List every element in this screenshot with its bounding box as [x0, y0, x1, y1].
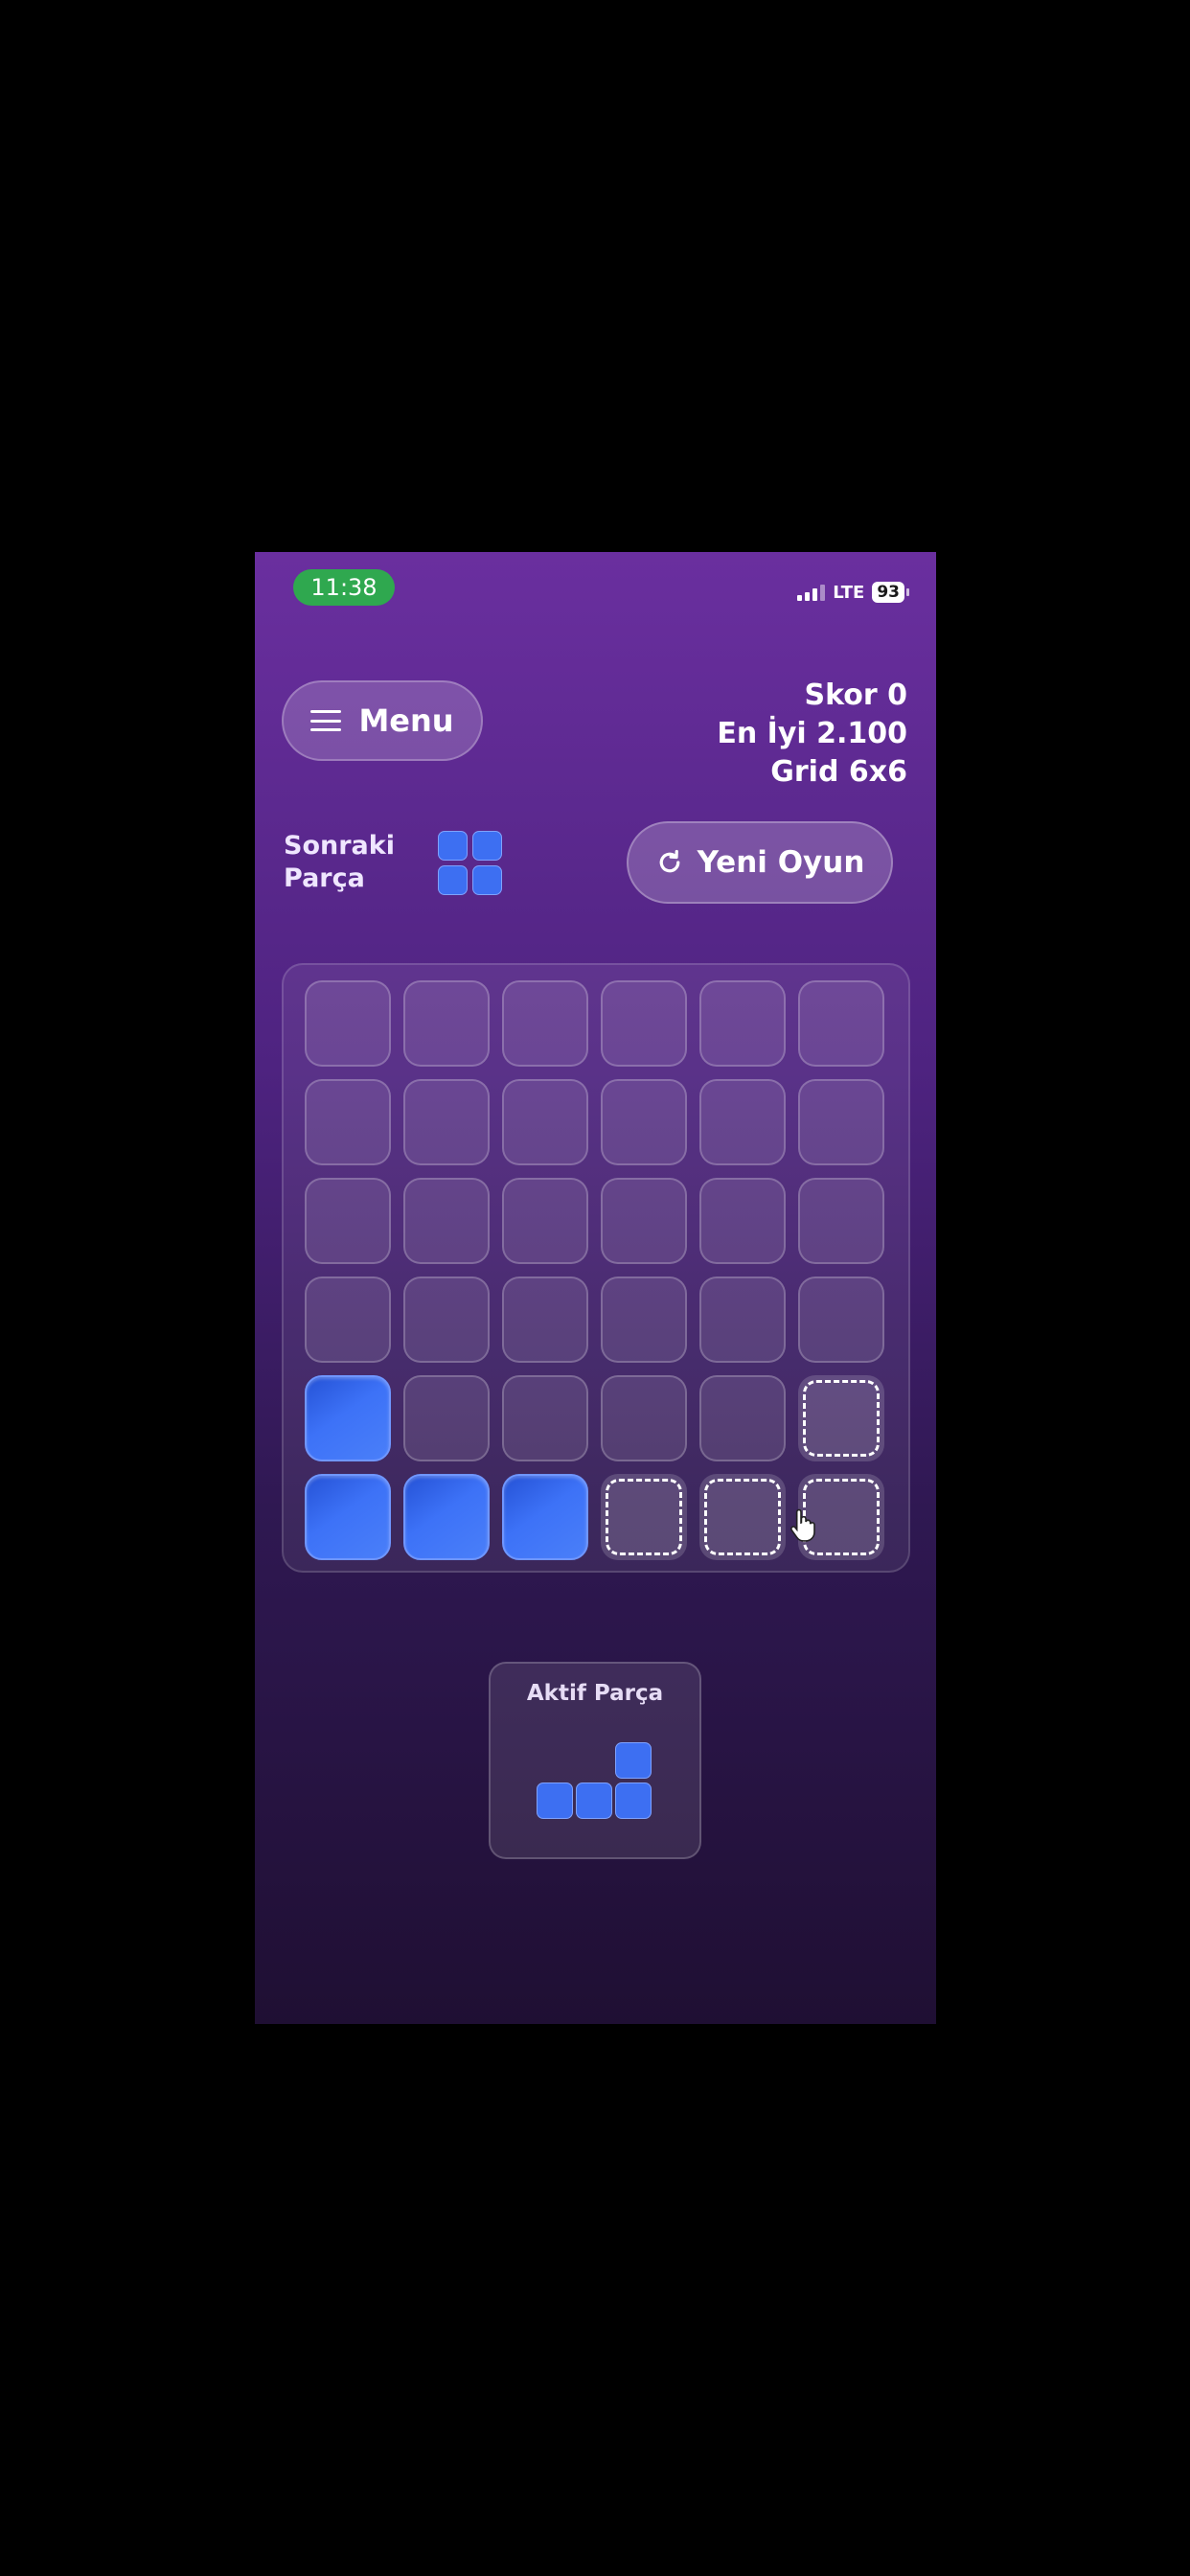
network-label: LTE: [833, 582, 865, 603]
score-text: Skor 0: [804, 678, 907, 712]
board-cell[interactable]: [601, 1178, 687, 1264]
hamburger-icon: [310, 710, 342, 731]
board-cell[interactable]: [403, 1178, 490, 1264]
next-piece-block: [438, 865, 468, 895]
board-cell[interactable]: [798, 980, 884, 1067]
board-cell[interactable]: [403, 1276, 490, 1363]
board-cell[interactable]: [502, 1375, 588, 1461]
active-piece-block: [537, 1782, 573, 1819]
board-cell[interactable]: [305, 1276, 391, 1363]
active-piece-block: [615, 1782, 652, 1819]
next-piece-block: [472, 831, 502, 861]
next-piece-label-line1: Sonraki: [284, 831, 395, 861]
board-cell[interactable]: [403, 1375, 490, 1461]
active-piece-block: [576, 1782, 612, 1819]
board-cell[interactable]: [699, 980, 786, 1067]
board-cell[interactable]: [305, 1178, 391, 1264]
board-cell-preview[interactable]: [699, 1474, 786, 1560]
board-cell[interactable]: [601, 1375, 687, 1461]
active-piece-title: Aktif Parça: [526, 1681, 664, 1706]
board-cell[interactable]: [798, 1079, 884, 1165]
next-piece-block: [472, 865, 502, 895]
board-cell[interactable]: [699, 1178, 786, 1264]
menu-button[interactable]: Menu: [282, 680, 483, 761]
next-piece-block: [438, 831, 468, 861]
board-cell-filled[interactable]: [305, 1474, 391, 1560]
board-cell-preview[interactable]: [798, 1375, 884, 1461]
new-game-button[interactable]: Yeni Oyun: [627, 821, 893, 904]
clock-time: 11:38: [310, 574, 378, 601]
board-cell[interactable]: [798, 1178, 884, 1264]
new-game-label: Yeni Oyun: [697, 845, 865, 880]
board-cell-filled[interactable]: [403, 1474, 490, 1560]
active-piece-shape[interactable]: [537, 1742, 657, 1825]
active-piece-card: Aktif Parça: [489, 1662, 701, 1859]
board-cell[interactable]: [403, 1079, 490, 1165]
board-cell[interactable]: [601, 980, 687, 1067]
battery-icon: 93: [872, 582, 909, 603]
board-cell[interactable]: [502, 1079, 588, 1165]
next-piece-preview: [438, 831, 502, 895]
board-cell[interactable]: [699, 1079, 786, 1165]
signal-icon: [797, 584, 826, 601]
menu-label: Menu: [358, 702, 454, 739]
next-piece-label-line2: Parça: [284, 863, 365, 893]
game-board: [282, 963, 910, 1573]
board-cell[interactable]: [502, 980, 588, 1067]
board-cell-preview[interactable]: [601, 1474, 687, 1560]
board-cell[interactable]: [502, 1276, 588, 1363]
refresh-icon: [659, 849, 679, 873]
board-cell[interactable]: [601, 1276, 687, 1363]
grid-size-text: Grid 6x6: [770, 755, 907, 789]
hand-cursor-icon: [790, 1508, 815, 1542]
board-cell-filled[interactable]: [502, 1474, 588, 1560]
battery-level: 93: [872, 582, 904, 603]
board-cell[interactable]: [798, 1276, 884, 1363]
active-piece-block: [615, 1742, 652, 1779]
status-indicators: LTE 93: [797, 581, 909, 604]
board-cell[interactable]: [502, 1178, 588, 1264]
board-cell[interactable]: [601, 1079, 687, 1165]
board-cell[interactable]: [305, 980, 391, 1067]
best-score-text: En İyi 2.100: [717, 717, 907, 750]
game-screen: 11:38 LTE 93 Menu Skor 0 En İyi 2.100 Gr…: [255, 552, 936, 2024]
board-cell[interactable]: [699, 1276, 786, 1363]
board-cell[interactable]: [305, 1079, 391, 1165]
score-panel: Skor 0 En İyi 2.100 Grid 6x6: [717, 677, 907, 792]
board-cell[interactable]: [699, 1375, 786, 1461]
clock-pill: 11:38: [293, 569, 395, 606]
board-cell-filled[interactable]: [305, 1375, 391, 1461]
next-piece-label: Sonraki Parça: [284, 830, 395, 895]
board-cell[interactable]: [403, 980, 490, 1067]
